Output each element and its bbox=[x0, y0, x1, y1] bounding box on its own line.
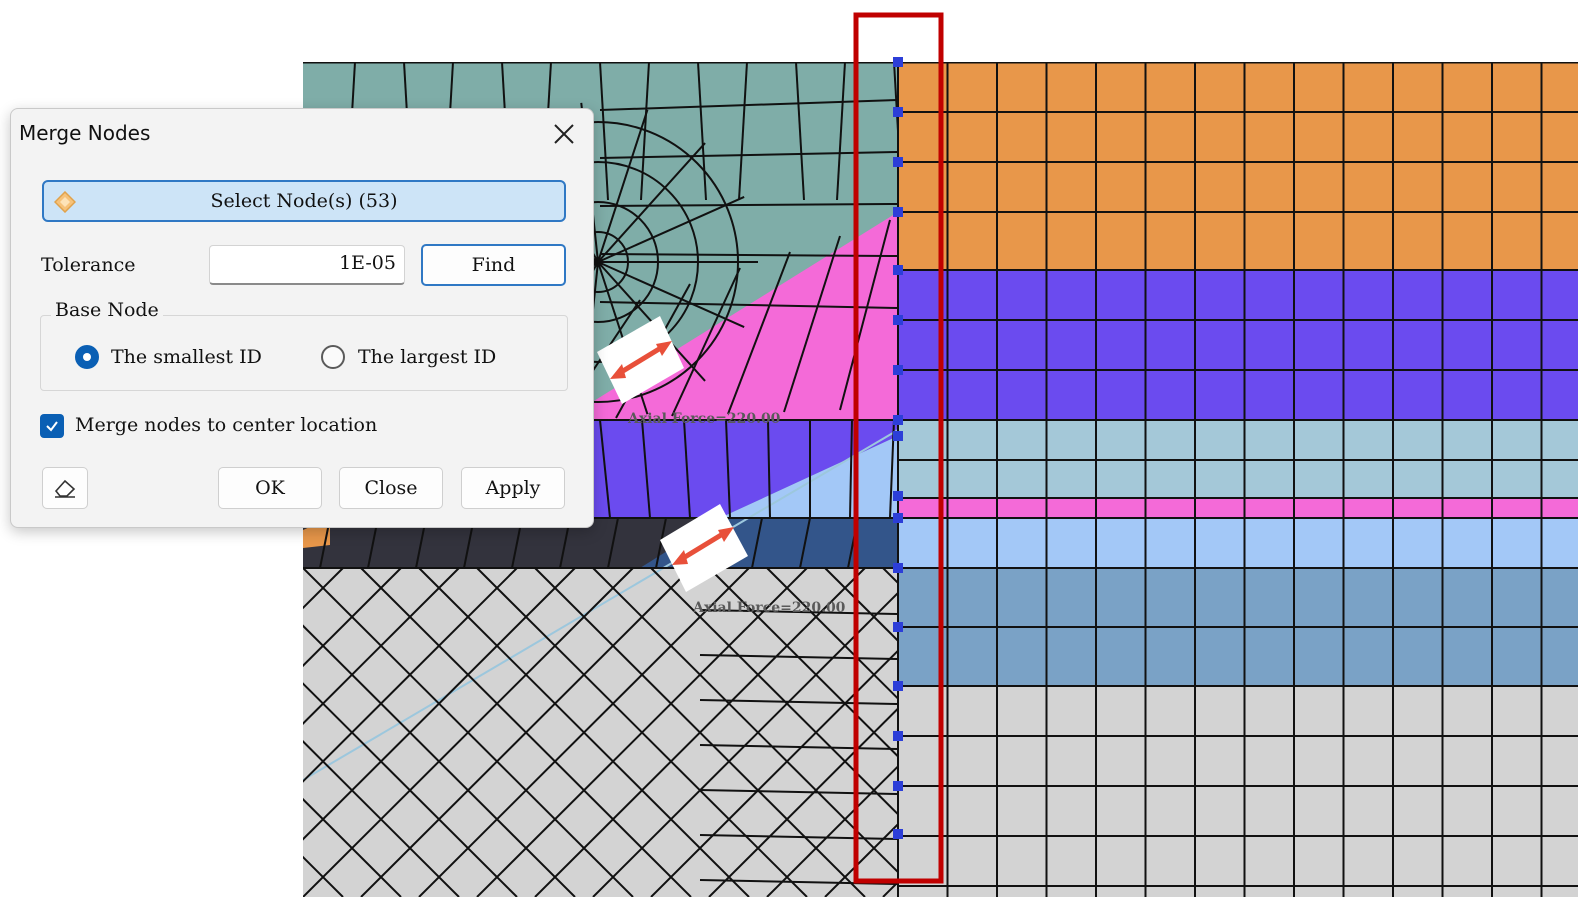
radio-smallest-id[interactable] bbox=[75, 345, 99, 369]
tolerance-input[interactable]: 1E-05 bbox=[209, 245, 405, 285]
merge-center-label[interactable]: Merge nodes to center location bbox=[75, 414, 377, 436]
eraser-button[interactable] bbox=[42, 467, 88, 509]
node-marker[interactable] bbox=[893, 415, 903, 425]
mesh-region-pink-right bbox=[898, 498, 1578, 518]
diamond-icon bbox=[54, 191, 76, 213]
close-button[interactable]: Close bbox=[339, 467, 443, 509]
node-marker[interactable] bbox=[893, 107, 903, 117]
find-button[interactable]: Find bbox=[421, 244, 566, 286]
node-marker[interactable] bbox=[893, 681, 903, 691]
node-marker[interactable] bbox=[893, 563, 903, 573]
node-marker[interactable] bbox=[893, 622, 903, 632]
apply-button[interactable]: Apply bbox=[461, 467, 565, 509]
radio-smallest-id-label[interactable]: The smallest ID bbox=[111, 346, 262, 368]
node-marker[interactable] bbox=[893, 365, 903, 375]
node-marker[interactable] bbox=[893, 157, 903, 167]
mesh-region-orange bbox=[898, 62, 1578, 270]
node-marker[interactable] bbox=[893, 781, 903, 791]
merge-nodes-dialog: Merge Nodes Select Node(s) (53) Toleranc… bbox=[10, 108, 594, 528]
node-marker[interactable] bbox=[893, 315, 903, 325]
mesh-region-purple-right bbox=[898, 270, 1578, 420]
mesh-edge bbox=[303, 855, 344, 897]
ok-button[interactable]: OK bbox=[218, 467, 322, 509]
node-marker[interactable] bbox=[893, 731, 903, 741]
node-marker[interactable] bbox=[893, 207, 903, 217]
close-icon[interactable] bbox=[547, 117, 581, 151]
mesh-edge bbox=[0, 568, 285, 897]
radio-largest-id-label[interactable]: The largest ID bbox=[358, 346, 496, 368]
axial-force-label-lower: Axial Force=220.00 bbox=[693, 600, 846, 616]
mesh-region-gray-right bbox=[898, 686, 1578, 897]
node-marker[interactable] bbox=[893, 431, 903, 441]
mesh-edge bbox=[303, 567, 344, 610]
node-marker[interactable] bbox=[893, 265, 903, 275]
dialog-title: Merge Nodes bbox=[19, 121, 151, 145]
base-node-legend: Base Node bbox=[51, 299, 163, 321]
select-nodes-label: Select Node(s) (53) bbox=[210, 190, 398, 212]
mesh-edge bbox=[0, 568, 285, 897]
eraser-icon bbox=[54, 479, 76, 498]
tolerance-label: Tolerance bbox=[41, 254, 136, 276]
axial-force-label-upper: Axial Force=220.00 bbox=[628, 411, 781, 427]
select-nodes-button[interactable]: Select Node(s) (53) bbox=[42, 180, 566, 222]
radio-largest-id[interactable] bbox=[321, 345, 345, 369]
node-marker[interactable] bbox=[893, 491, 903, 501]
node-marker[interactable] bbox=[893, 829, 903, 839]
merge-center-checkbox[interactable] bbox=[40, 414, 64, 438]
mesh-region-skyblue-right bbox=[898, 518, 1578, 568]
node-marker[interactable] bbox=[893, 57, 903, 67]
node-marker[interactable] bbox=[893, 513, 903, 523]
